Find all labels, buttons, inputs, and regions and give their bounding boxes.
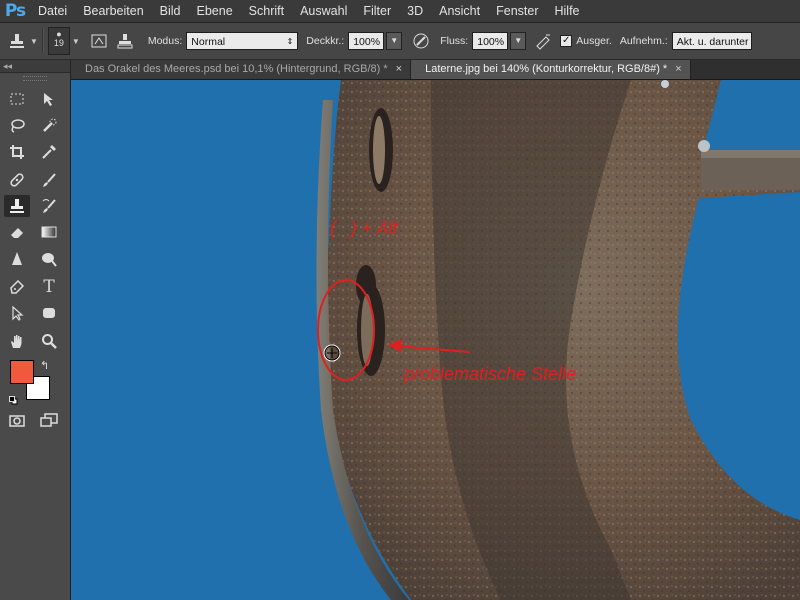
quick-select-icon[interactable] [36,115,62,137]
pressure-opacity-icon[interactable] [410,30,432,52]
menu-ansicht[interactable]: Ansicht [431,0,488,22]
modus-select[interactable]: Normal ⇕ [186,32,299,50]
document-tab-bar: Das Orakel des Meeres.psd bei 10,1% (Hin… [71,60,800,80]
menu-filter[interactable]: Filter [355,0,399,22]
tool-preset-clone-stamp-icon[interactable] [6,30,28,52]
blur-icon[interactable] [4,248,30,270]
modus-updown-icon: ⇕ [286,37,294,46]
ausgerichtet-label: Ausger. [576,35,612,47]
toolbox: ◂◂ T ↰ [0,60,71,600]
gradient-icon[interactable] [36,221,62,243]
deckkraft-input[interactable]: 100% [348,32,385,50]
swap-colors-icon[interactable]: ↰ [40,359,49,372]
separator [41,29,44,53]
modus-value: Normal [191,36,226,48]
document-canvas[interactable]: ( ) + Alt problematische Stelle [71,80,800,600]
ausgerichtet-checkbox[interactable]: ✓ [560,35,573,47]
brush-size-picker[interactable]: ● 19 [47,27,70,55]
fluss-input[interactable]: 100% [472,32,509,50]
lasso-icon[interactable] [4,115,30,137]
history-brush-icon[interactable] [36,195,62,217]
menu-hilfe[interactable]: Hilfe [547,0,588,22]
default-colors-icon[interactable] [9,392,18,405]
marquee-icon[interactable] [4,88,30,110]
menu-fenster[interactable]: Fenster [488,0,546,22]
tool-preset-chevron-down-icon[interactable]: ▼ [30,37,38,46]
deckkraft-label: Deckkr.: [306,35,345,47]
deckkraft-chevron-down-icon[interactable]: ▼ [386,32,403,50]
modus-label: Modus: [147,35,183,47]
toolbox-header[interactable]: ◂◂ [0,60,70,73]
brush-chevron-down-icon[interactable]: ▼ [72,37,80,46]
arrow-line [395,345,470,353]
app-logo: Ps [4,1,26,21]
tab-label: Laterne.jpg bei 140% (Konturkorrektur, R… [425,63,668,75]
problem-annotation: problematische Stelle [404,364,577,384]
brush-icon[interactable] [36,169,62,191]
menu-3d[interactable]: 3D [399,0,431,22]
crosshair-cursor-icon [323,344,341,362]
tab-laterne[interactable]: Laterne.jpg bei 140% (Konturkorrektur, R… [411,60,691,79]
menu-bearbeiten[interactable]: Bearbeiten [75,0,151,22]
toolbox-grip[interactable] [23,76,47,81]
airbrush-icon[interactable] [532,30,554,52]
menu-auswahl[interactable]: Auswahl [292,0,355,22]
eraser-icon[interactable] [4,221,30,243]
aufnehmen-label: Aufnehm.: [619,35,668,47]
fluss-label: Fluss: [440,35,469,47]
eyedropper-icon[interactable] [36,141,62,163]
move-icon[interactable] [36,88,62,110]
clone-source-panel-icon[interactable] [114,30,136,52]
collapse-chevron-icon[interactable]: ◂◂ [3,61,12,71]
menu-bar: Ps Datei Bearbeiten Bild Ebene Schrift A… [0,0,800,23]
dodge-icon[interactable] [36,248,62,270]
hand-icon[interactable] [4,330,30,352]
arrow-head [388,339,402,352]
menu-datei[interactable]: Datei [30,0,75,22]
close-icon[interactable]: × [675,60,681,79]
close-icon[interactable]: × [396,60,402,79]
tab-orakel-des-meeres[interactable]: Das Orakel des Meeres.psd bei 10,1% (Hin… [71,60,412,79]
path-select-icon[interactable] [4,302,30,324]
pen-icon[interactable] [4,276,30,298]
brush-panel-icon[interactable] [88,30,110,52]
tab-label: Das Orakel des Meeres.psd bei 10,1% (Hin… [85,63,388,75]
highlight-ellipse [317,279,375,381]
menu-bild[interactable]: Bild [152,0,189,22]
aufnehmen-select[interactable]: Akt. u. darunter [671,32,752,50]
annotation-overlay [317,279,470,381]
foreground-color-swatch[interactable] [10,360,34,384]
menu-schrift[interactable]: Schrift [241,0,292,22]
quick-mask-icon[interactable] [4,410,30,432]
zoom-icon[interactable] [36,330,62,352]
options-bar: ▼ ● 19 ▼ Modus: Normal ⇕ Deckkr.: 100% ▼… [0,23,800,60]
menu-ebene[interactable]: Ebene [189,0,241,22]
shape-icon[interactable] [36,302,62,324]
brush-size-value: 19 [53,38,64,48]
fluss-chevron-down-icon[interactable]: ▼ [510,32,527,50]
type-icon[interactable]: T [36,276,62,298]
screen-mode-icon[interactable] [36,410,62,432]
healing-icon[interactable] [4,169,30,191]
crop-icon[interactable] [4,141,30,163]
clone-stamp-icon[interactable] [4,195,30,217]
